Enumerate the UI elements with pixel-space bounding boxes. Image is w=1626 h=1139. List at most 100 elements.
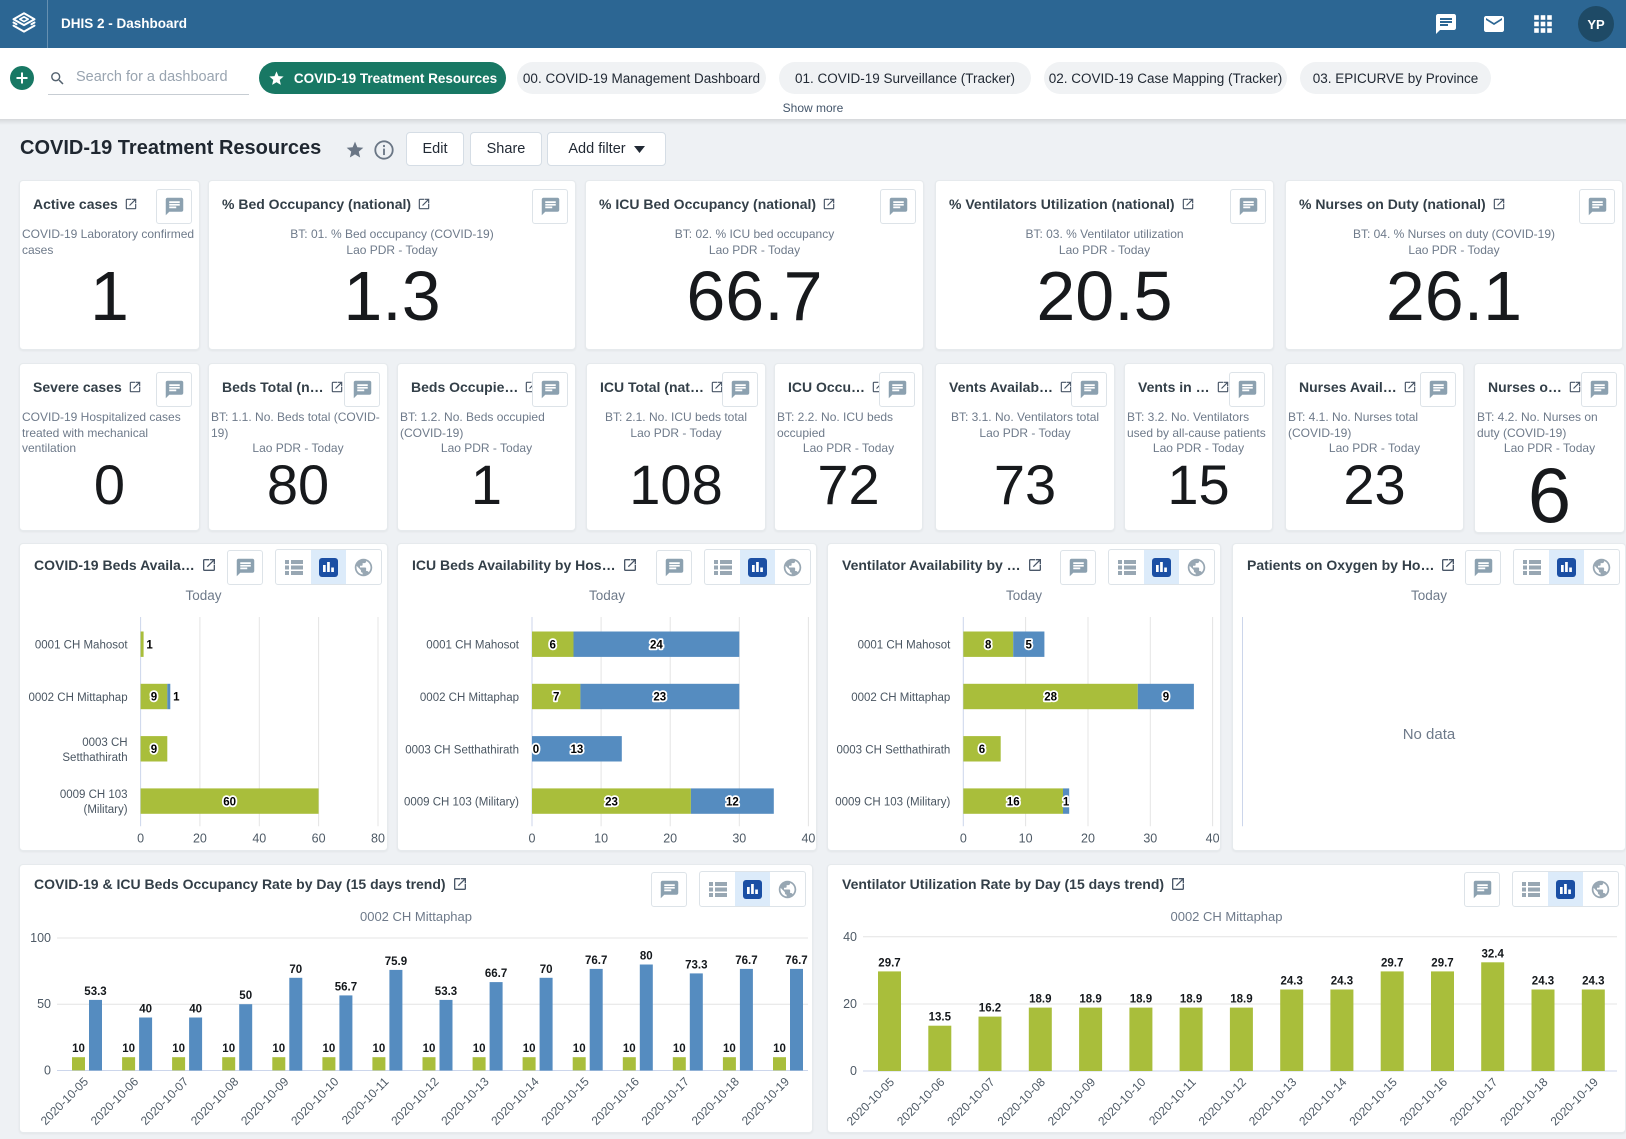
- svg-text:0003 CH Setthathirath: 0003 CH Setthathirath: [405, 744, 519, 756]
- svg-text:20: 20: [193, 831, 207, 845]
- svg-text:2020-10-07: 2020-10-07: [138, 1074, 192, 1128]
- svg-text:2020-10-19: 2020-10-19: [1548, 1075, 1602, 1129]
- svg-text:10: 10: [323, 1043, 336, 1055]
- svg-text:10: 10: [573, 1043, 586, 1055]
- svg-text:6: 6: [979, 744, 985, 756]
- svg-text:2020-10-16: 2020-10-16: [1397, 1075, 1451, 1129]
- svg-text:40: 40: [801, 831, 815, 845]
- svg-text:2020-10-07: 2020-10-07: [944, 1075, 998, 1129]
- svg-text:10: 10: [222, 1043, 235, 1055]
- svg-text:2020-10-18: 2020-10-18: [1497, 1075, 1551, 1129]
- svg-text:2020-10-09: 2020-10-09: [238, 1074, 292, 1128]
- svg-text:53.3: 53.3: [84, 986, 106, 998]
- svg-text:23: 23: [653, 692, 666, 704]
- svg-text:80: 80: [640, 951, 653, 963]
- svg-text:2020-10-10: 2020-10-10: [288, 1074, 342, 1128]
- svg-text:60: 60: [223, 796, 236, 808]
- svg-text:18.9: 18.9: [1079, 994, 1101, 1006]
- svg-text:20: 20: [1081, 831, 1095, 845]
- svg-text:0: 0: [137, 831, 144, 845]
- svg-text:10: 10: [594, 831, 608, 845]
- svg-text:18.9: 18.9: [1029, 994, 1051, 1006]
- svg-text:18.9: 18.9: [1230, 994, 1252, 1006]
- svg-text:70: 70: [289, 964, 302, 976]
- svg-text:2020-10-16: 2020-10-16: [589, 1074, 643, 1128]
- svg-text:29.7: 29.7: [1381, 957, 1403, 969]
- svg-text:70: 70: [540, 964, 553, 976]
- svg-text:75.9: 75.9: [385, 956, 407, 968]
- svg-text:1: 1: [173, 692, 180, 704]
- svg-text:76.7: 76.7: [735, 955, 757, 967]
- svg-text:1: 1: [1063, 796, 1070, 808]
- svg-text:0009 CH 103 (Military): 0009 CH 103 (Military): [835, 797, 950, 809]
- svg-text:24.3: 24.3: [1331, 976, 1353, 988]
- svg-text:0: 0: [850, 1064, 857, 1078]
- svg-text:2020-10-11: 2020-10-11: [1146, 1075, 1199, 1128]
- svg-text:6: 6: [549, 639, 555, 651]
- svg-text:2020-10-12: 2020-10-12: [1196, 1075, 1250, 1129]
- svg-text:10: 10: [773, 1043, 786, 1055]
- svg-text:2020-10-15: 2020-10-15: [1347, 1075, 1401, 1129]
- svg-text:2020-10-06: 2020-10-06: [88, 1074, 142, 1128]
- svg-text:2020-10-13: 2020-10-13: [438, 1074, 492, 1128]
- svg-text:10: 10: [423, 1043, 436, 1055]
- svg-text:(Military): (Military): [84, 804, 128, 816]
- svg-text:100: 100: [30, 931, 51, 945]
- svg-text:76.7: 76.7: [785, 955, 807, 967]
- svg-text:2020-10-05: 2020-10-05: [38, 1074, 92, 1128]
- svg-text:18.9: 18.9: [1180, 994, 1202, 1006]
- svg-text:0003 CH: 0003 CH: [82, 737, 127, 749]
- svg-text:0002 CH Mittaphap: 0002 CH Mittaphap: [29, 692, 128, 704]
- svg-text:13.5: 13.5: [929, 1012, 952, 1024]
- svg-text:2020-10-08: 2020-10-08: [188, 1074, 242, 1128]
- svg-text:2020-10-14: 2020-10-14: [1296, 1075, 1350, 1129]
- svg-text:10: 10: [723, 1043, 736, 1055]
- svg-text:9: 9: [151, 692, 157, 704]
- svg-text:24.3: 24.3: [1582, 976, 1604, 988]
- svg-text:53.3: 53.3: [435, 986, 457, 998]
- svg-text:2020-10-12: 2020-10-12: [388, 1074, 442, 1128]
- svg-text:16.2: 16.2: [979, 1003, 1001, 1015]
- svg-text:66.7: 66.7: [485, 968, 507, 980]
- svg-text:50: 50: [37, 997, 51, 1011]
- svg-text:10: 10: [373, 1043, 386, 1055]
- svg-text:Setthathirath: Setthathirath: [62, 752, 127, 764]
- svg-text:2020-10-15: 2020-10-15: [539, 1074, 593, 1128]
- svg-text:0003 CH Setthathirath: 0003 CH Setthathirath: [837, 744, 951, 756]
- svg-text:0009 CH 103: 0009 CH 103: [60, 789, 128, 801]
- svg-text:56.7: 56.7: [335, 981, 357, 993]
- svg-text:9: 9: [151, 744, 157, 756]
- svg-text:10: 10: [623, 1043, 636, 1055]
- svg-text:0002 CH Mittaphap: 0002 CH Mittaphap: [420, 692, 519, 704]
- svg-text:2020-10-18: 2020-10-18: [689, 1074, 743, 1128]
- svg-text:10: 10: [1019, 831, 1033, 845]
- svg-text:0001 CH Mahosot: 0001 CH Mahosot: [35, 640, 128, 652]
- svg-text:10: 10: [523, 1043, 536, 1055]
- svg-text:5: 5: [1025, 639, 1032, 651]
- svg-text:2020-10-10: 2020-10-10: [1095, 1075, 1149, 1129]
- svg-text:24: 24: [650, 639, 663, 651]
- svg-text:20: 20: [843, 997, 857, 1011]
- svg-text:2020-10-08: 2020-10-08: [995, 1075, 1049, 1129]
- svg-text:0: 0: [533, 744, 539, 756]
- svg-text:7: 7: [553, 692, 559, 704]
- svg-text:2020-10-14: 2020-10-14: [488, 1074, 542, 1128]
- svg-text:0002 CH Mittaphap: 0002 CH Mittaphap: [851, 692, 950, 704]
- svg-text:10: 10: [673, 1043, 686, 1055]
- svg-text:2020-10-17: 2020-10-17: [639, 1074, 693, 1128]
- svg-text:2020-10-11: 2020-10-11: [339, 1074, 392, 1127]
- svg-text:0001 CH Mahosot: 0001 CH Mahosot: [426, 640, 519, 652]
- svg-text:24.3: 24.3: [1532, 976, 1554, 988]
- svg-text:1: 1: [146, 639, 153, 651]
- svg-text:12: 12: [726, 796, 739, 808]
- svg-text:0: 0: [960, 831, 967, 845]
- svg-text:23: 23: [605, 796, 618, 808]
- svg-text:40: 40: [189, 1004, 202, 1016]
- svg-text:2020-10-05: 2020-10-05: [844, 1075, 898, 1129]
- svg-text:2020-10-09: 2020-10-09: [1045, 1075, 1099, 1129]
- svg-text:30: 30: [732, 831, 746, 845]
- svg-text:29.7: 29.7: [878, 957, 900, 969]
- svg-text:73.3: 73.3: [685, 959, 707, 971]
- svg-text:0: 0: [529, 831, 536, 845]
- svg-text:29.7: 29.7: [1431, 957, 1453, 969]
